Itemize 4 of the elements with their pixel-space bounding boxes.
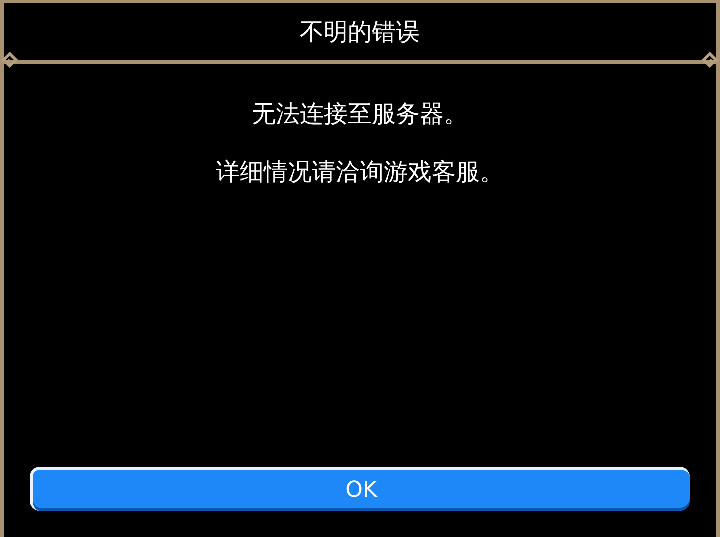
message-text: 详细情况请洽询游戏客服。 xyxy=(216,157,504,187)
message-text: 无法连接至服务器。 xyxy=(252,99,468,129)
dialog-title: 不明的错误 xyxy=(300,16,420,48)
ok-button[interactable]: OK xyxy=(30,467,690,511)
